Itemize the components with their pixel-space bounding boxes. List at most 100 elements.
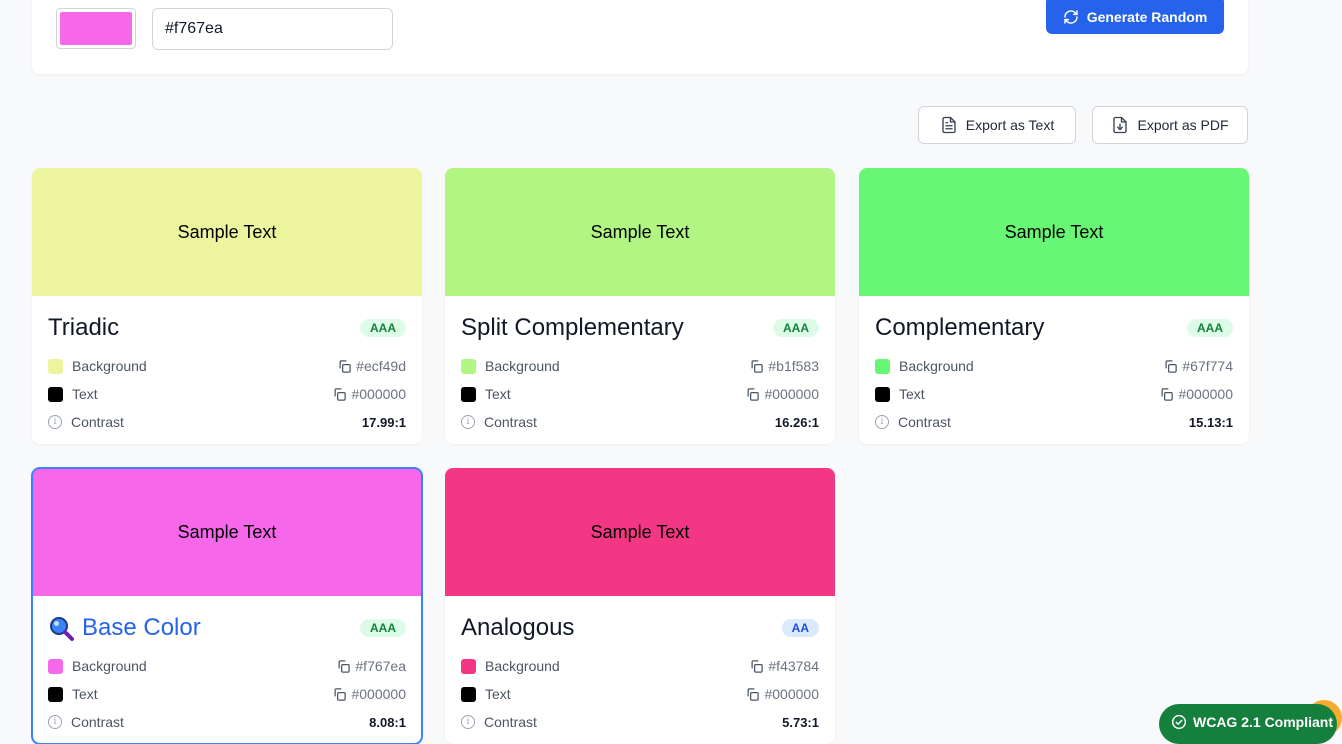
contrast-label: Contrast <box>484 714 537 730</box>
magnifier-icon <box>50 617 74 641</box>
wcag-compliance-badge[interactable]: WCAG 2.1 Compliant <box>1159 704 1337 744</box>
generate-random-button[interactable]: Generate Random <box>1046 0 1224 34</box>
copy-icon <box>334 687 347 701</box>
card-title: Split Complementary <box>461 314 684 341</box>
document-icon <box>942 116 956 134</box>
text-chip <box>461 386 476 402</box>
text-chip <box>48 386 63 402</box>
contrast-ratio: 15.13:1 <box>1188 414 1233 430</box>
background-chip <box>875 358 890 374</box>
background-hex: #67f774 <box>1182 358 1233 374</box>
copy-icon <box>338 659 351 673</box>
wcag-level-badge: AAA <box>773 319 819 337</box>
background-label: Background <box>485 358 560 374</box>
sample-text: Sample Text <box>177 221 277 242</box>
palette-card-analogous[interactable]: Sample Text Analogous AA Background #f43… <box>445 468 835 744</box>
background-chip <box>48 658 63 674</box>
contrast-label: Contrast <box>484 414 537 430</box>
contrast-label: Contrast <box>71 414 124 430</box>
copy-text-hex[interactable]: #000000 <box>1159 386 1233 402</box>
sample-text: Sample Text <box>590 521 690 542</box>
text-chip <box>461 686 476 702</box>
background-hex: #ecf49d <box>356 358 406 374</box>
wcag-compliance-label: WCAG 2.1 Compliant <box>1193 714 1334 730</box>
background-chip <box>48 358 63 374</box>
text-chip <box>48 686 63 702</box>
background-hex: #f767ea <box>355 658 406 674</box>
copy-icon <box>751 359 764 373</box>
text-hex: #000000 <box>764 686 819 702</box>
copy-icon <box>747 687 760 701</box>
contrast-label: Contrast <box>71 714 124 730</box>
copy-icon <box>1161 387 1174 401</box>
copy-icon <box>747 387 760 401</box>
contrast-ratio: 8.08:1 <box>369 714 406 730</box>
card-title: Base Color <box>82 614 201 641</box>
background-chip <box>461 358 476 374</box>
info-icon: i <box>461 715 475 729</box>
sample-text: Sample Text <box>590 221 690 242</box>
copy-text-hex[interactable]: #000000 <box>745 686 819 702</box>
export-pdf-button[interactable]: Export as PDF <box>1092 106 1248 144</box>
copy-background-hex[interactable]: #f767ea <box>336 658 406 674</box>
text-label: Text <box>485 686 511 702</box>
hex-color-input[interactable] <box>152 8 393 50</box>
copy-background-hex[interactable]: #ecf49d <box>337 358 406 374</box>
copy-text-hex[interactable]: #000000 <box>332 386 406 402</box>
copy-text-hex[interactable]: #000000 <box>332 686 406 702</box>
background-label: Background <box>485 658 560 674</box>
card-title: Triadic <box>48 314 120 341</box>
text-label: Text <box>899 386 925 402</box>
color-swatch-picker[interactable] <box>56 8 136 49</box>
sample-text: Sample Text <box>1004 221 1104 242</box>
background-label: Background <box>72 658 147 674</box>
text-hex: #000000 <box>351 386 406 402</box>
contrast-ratio: 16.26:1 <box>774 414 819 430</box>
text-hex: #000000 <box>764 386 819 402</box>
background-hex: #b1f583 <box>768 358 819 374</box>
export-text-label: Export as Text <box>965 117 1055 133</box>
card-title: Analogous <box>461 614 575 641</box>
wcag-level-badge: AAA <box>360 619 406 637</box>
export-pdf-label: Export as PDF <box>1137 117 1229 133</box>
check-circle-icon <box>1171 714 1187 730</box>
copy-background-hex[interactable]: #f43784 <box>749 658 819 674</box>
info-icon: i <box>875 415 889 429</box>
generate-random-label: Generate Random <box>1086 9 1208 25</box>
background-chip <box>461 658 476 674</box>
copy-icon <box>334 387 347 401</box>
card-preview: Sample Text <box>859 168 1249 296</box>
background-label: Background <box>72 358 147 374</box>
copy-background-hex[interactable]: #67f774 <box>1163 358 1233 374</box>
background-hex: #f43784 <box>768 658 819 674</box>
sample-text: Sample Text <box>177 521 277 542</box>
card-preview: Sample Text <box>32 168 422 296</box>
text-label: Text <box>72 686 98 702</box>
text-label: Text <box>72 386 98 402</box>
copy-background-hex[interactable]: #b1f583 <box>749 358 819 374</box>
text-hex: #000000 <box>1178 386 1233 402</box>
file-download-icon <box>1113 116 1128 134</box>
palette-card-triadic[interactable]: Sample Text Triadic AAA Background #ecf4… <box>32 168 422 444</box>
text-chip <box>875 386 890 402</box>
card-title: Complementary <box>875 314 1045 341</box>
wcag-level-badge: AAA <box>1187 319 1233 337</box>
contrast-ratio: 17.99:1 <box>361 414 406 430</box>
background-label: Background <box>899 358 974 374</box>
card-preview: Sample Text <box>445 468 835 596</box>
info-icon: i <box>48 715 62 729</box>
card-preview: Sample Text <box>445 168 835 296</box>
palette-card-complementary[interactable]: Sample Text Complementary AAA Background… <box>859 168 1249 444</box>
palette-card-split-complementary[interactable]: Sample Text Split Complementary AAA Back… <box>445 168 835 444</box>
text-hex: #000000 <box>351 686 406 702</box>
copy-icon <box>751 659 764 673</box>
copy-icon <box>339 359 351 373</box>
refresh-icon <box>1063 10 1078 24</box>
copy-icon <box>1165 359 1178 373</box>
wcag-level-badge: AAA <box>360 319 406 337</box>
copy-text-hex[interactable]: #000000 <box>745 386 819 402</box>
export-text-button[interactable]: Export as Text <box>918 106 1076 144</box>
wcag-level-badge: AA <box>781 619 819 637</box>
palette-card-base-color[interactable]: Sample Text Base Color AAA Background #f… <box>31 467 423 744</box>
contrast-label: Contrast <box>898 414 951 430</box>
